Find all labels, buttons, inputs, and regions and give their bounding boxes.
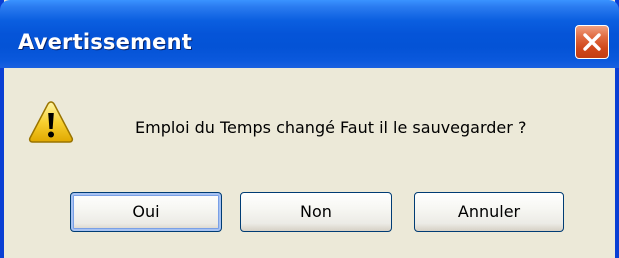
warning-dialog: Avertissement Emploi du Temps changé Fau… bbox=[0, 0, 619, 258]
dialog-body: Emploi du Temps changé Faut il le sauveg… bbox=[4, 68, 615, 258]
no-button[interactable]: Non bbox=[240, 192, 392, 232]
window-title: Avertissement bbox=[18, 30, 192, 54]
warning-icon bbox=[28, 101, 74, 143]
close-x-icon bbox=[583, 33, 601, 51]
cancel-button[interactable]: Annuler bbox=[414, 192, 564, 232]
title-bar[interactable]: Avertissement bbox=[0, 0, 619, 68]
message-text: Emploi du Temps changé Faut il le sauveg… bbox=[135, 118, 527, 137]
yes-button[interactable]: Oui bbox=[70, 192, 222, 232]
close-button[interactable] bbox=[575, 25, 609, 59]
